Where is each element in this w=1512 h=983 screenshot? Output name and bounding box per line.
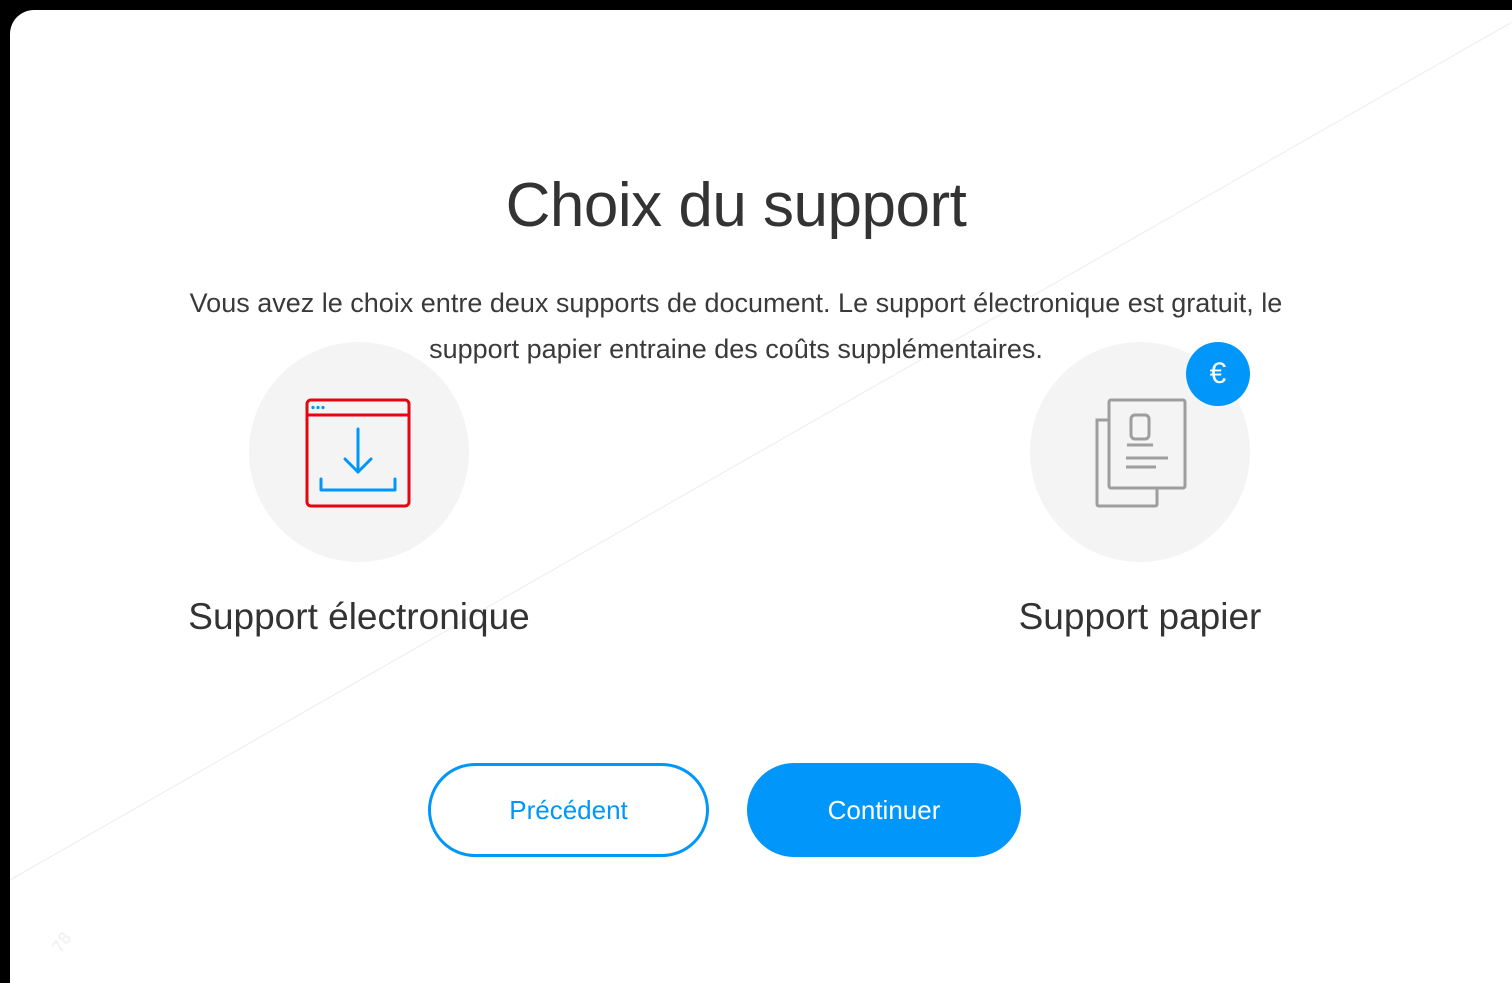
option-support-papier[interactable]: € Support papier — [930, 342, 1350, 662]
option-label: Support électronique — [188, 596, 530, 637]
continue-button[interactable]: Continuer — [747, 763, 1021, 857]
price-badge-euro-icon: € — [1186, 342, 1250, 406]
page-title: Choix du support — [505, 170, 967, 240]
option-support-electronique[interactable]: Support électronique — [149, 342, 569, 662]
option-icon-circle — [249, 342, 469, 562]
watermark: 78 — [47, 928, 76, 957]
option-label: Support papier — [1018, 596, 1262, 637]
page-container: 78 Choix du support Vous avez le choix e… — [10, 10, 1512, 983]
download-window-icon — [305, 398, 411, 508]
previous-button[interactable]: Précédent — [428, 763, 709, 857]
